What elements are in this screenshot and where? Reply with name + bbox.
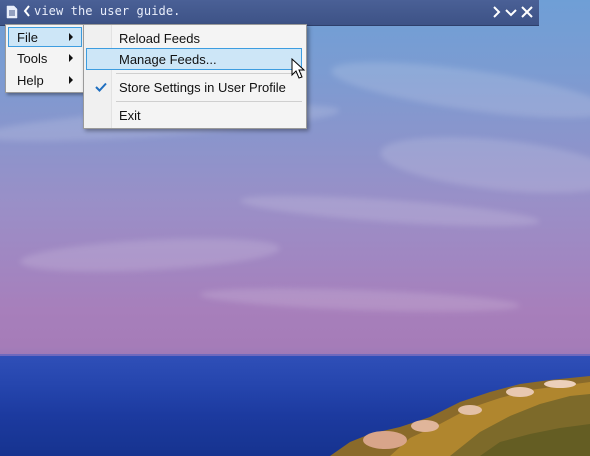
rocky-coast [330, 376, 590, 456]
document-icon[interactable] [6, 5, 18, 19]
chevron-down-icon[interactable] [503, 4, 519, 20]
menu-separator [116, 101, 302, 102]
ticker-text[interactable]: view the user guide. [34, 4, 181, 18]
file-submenu: Reload Feeds Manage Feeds... Store Setti… [83, 24, 307, 129]
menu-item-file[interactable]: File [8, 27, 82, 47]
menu-item-manage-feeds[interactable]: Manage Feeds... [86, 48, 302, 70]
menu-item-store-settings[interactable]: Store Settings in User Profile [86, 76, 302, 98]
cloud-wisp [19, 233, 281, 277]
menu-item-label: Reload Feeds [119, 31, 200, 46]
close-icon[interactable] [519, 4, 535, 20]
cloud-wisp [239, 189, 541, 233]
menu-item-exit[interactable]: Exit [86, 104, 302, 126]
mouse-cursor-icon [291, 58, 306, 79]
cloud-wisp [328, 50, 590, 130]
submenu-arrow-icon [69, 76, 73, 84]
menu-item-label: File [17, 30, 38, 45]
menu-item-help[interactable]: Help [8, 70, 82, 90]
menu-item-label: Exit [119, 108, 141, 123]
cloud-wisp [199, 284, 521, 316]
menu-item-label: Help [17, 73, 44, 88]
menu-item-tools[interactable]: Tools [8, 48, 82, 68]
menu-separator [116, 73, 302, 74]
submenu-arrow-icon [69, 33, 73, 41]
cloud-wisp [378, 127, 590, 203]
menu-item-label: Tools [17, 51, 48, 66]
chevron-left-icon[interactable] [22, 3, 34, 21]
main-menu: File Tools Help [5, 24, 85, 93]
checkmark-icon [94, 80, 108, 94]
submenu-arrow-icon [69, 54, 73, 62]
menu-item-reload-feeds[interactable]: Reload Feeds [86, 27, 302, 49]
menu-item-label: Store Settings in User Profile [119, 80, 286, 95]
menu-item-label: Manage Feeds... [119, 52, 217, 67]
toolbar: view the user guide. [0, 0, 539, 26]
